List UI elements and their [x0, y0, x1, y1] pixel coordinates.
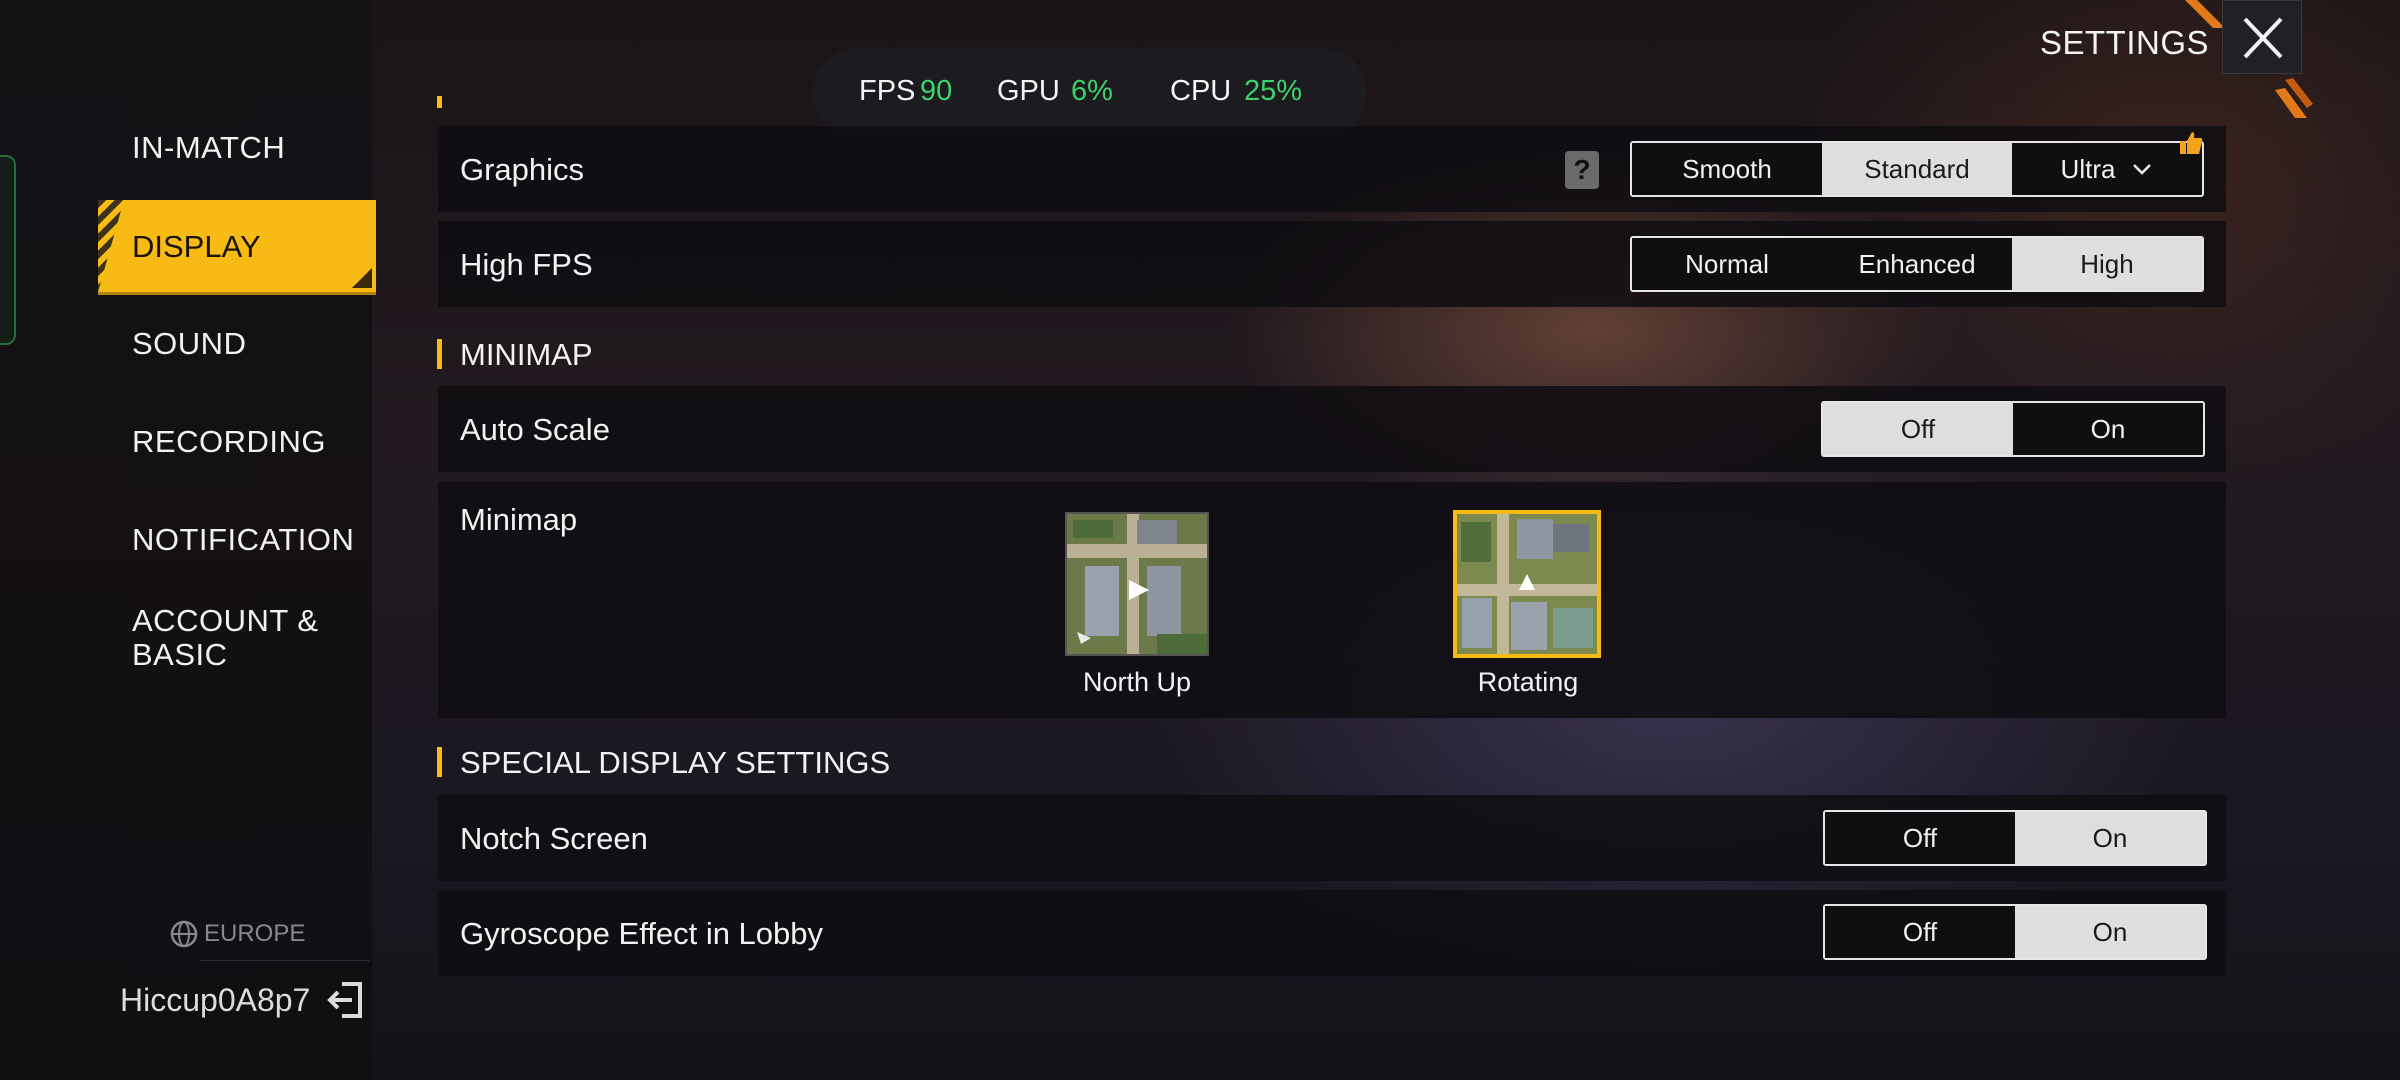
sidebar-item-in-match[interactable]: IN-MATCH: [132, 131, 285, 165]
region-indicator: EUROPE: [170, 920, 305, 948]
sidebar-item-label-line2: BASIC: [132, 637, 228, 672]
globe-icon: [170, 920, 198, 948]
map-image: [1067, 514, 1207, 654]
page-title: SETTINGS: [2040, 24, 2210, 61]
close-icon: [2243, 17, 2283, 59]
graphics-option-ultra[interactable]: Ultra: [2012, 143, 2202, 195]
minimap-north-up-thumbnail[interactable]: [1065, 512, 1209, 656]
gyroscope-toggle: Off On: [1823, 904, 2207, 960]
cpu-value: 25%: [1244, 75, 1303, 107]
notch-screen-label: Notch Screen: [460, 821, 648, 856]
chevron-down-icon: [2133, 164, 2152, 175]
cpu-label: CPU: [1170, 75, 1232, 107]
close-button[interactable]: [2222, 0, 2302, 74]
map-image: [1457, 514, 1597, 654]
gyroscope-option-on[interactable]: On: [2015, 906, 2205, 958]
minimap-north-up-caption: North Up: [1082, 667, 1192, 697]
region-label: EUROPE: [204, 920, 306, 947]
user-info: Hiccup0A8p7: [120, 980, 366, 1020]
notch-screen-toggle: Off On: [1823, 810, 2207, 866]
graphics-label: Graphics: [460, 152, 585, 187]
active-underline: [98, 292, 376, 295]
auto-scale-toggle: Off On: [1821, 401, 2205, 457]
minimap-row: Minimap: [438, 482, 2226, 718]
high-fps-option-high[interactable]: High: [2012, 238, 2202, 290]
graphics-option-smooth[interactable]: Smooth: [1632, 143, 1822, 195]
graphics-option-standard[interactable]: Standard: [1822, 143, 2012, 195]
minimap-label: Minimap: [460, 502, 578, 537]
auto-scale-label: Auto Scale: [460, 412, 610, 447]
gyroscope-option-off[interactable]: Off: [1825, 906, 2015, 958]
sidebar-item-label: IN-MATCH: [132, 130, 286, 165]
ultra-label: Ultra: [2060, 153, 2116, 184]
section-marker: [437, 96, 442, 108]
gpu-value: 6%: [1071, 75, 1113, 107]
sidebar-item-label: NOTIFICATION: [132, 522, 355, 557]
sidebar-item-sound[interactable]: SOUND: [132, 327, 246, 361]
fps-value: 90: [920, 75, 953, 107]
auto-scale-option-off[interactable]: Off: [1823, 403, 2013, 455]
sidebar-item-label: ACCOUNT &: [132, 603, 319, 638]
help-icon[interactable]: ?: [1565, 151, 1599, 189]
high-fps-selector: Normal Enhanced High: [1630, 236, 2204, 292]
logout-icon[interactable]: [326, 980, 366, 1020]
username: Hiccup0A8p7: [120, 981, 311, 1018]
special-section-title: SPECIAL DISPLAY SETTINGS: [460, 745, 891, 780]
high-fps-option-normal[interactable]: Normal: [1632, 238, 1822, 290]
divider: [200, 960, 370, 961]
high-fps-option-enhanced[interactable]: Enhanced: [1822, 238, 2012, 290]
notch-screen-option-off[interactable]: Off: [1825, 812, 2015, 864]
graphics-selector: Smooth Standard Ultra: [1630, 141, 2204, 197]
sidebar-item-label: RECORDING: [132, 424, 326, 459]
sidebar-item-display[interactable]: DISPLAY: [98, 200, 376, 292]
minimap-section-title: MINIMAP: [460, 337, 593, 372]
edge-handle[interactable]: [0, 155, 16, 345]
sidebar-item-label: DISPLAY: [132, 229, 261, 264]
minimap-rotating-caption: Rotating: [1477, 667, 1579, 697]
notch-screen-option-on[interactable]: On: [2015, 812, 2205, 864]
section-marker: [437, 339, 442, 369]
sidebar-item-account-basic[interactable]: ACCOUNT & BASIC: [132, 604, 319, 672]
auto-scale-option-on[interactable]: On: [2013, 403, 2203, 455]
fps-label: FPS: [859, 75, 916, 107]
sidebar-item-label: SOUND: [132, 326, 247, 361]
minimap-rotating-thumbnail[interactable]: [1453, 510, 1601, 658]
performance-overlay: FPS 90 GPU 6% CPU 25%: [812, 48, 1367, 138]
gyroscope-label: Gyroscope Effect in Lobby: [460, 916, 824, 951]
gpu-label: GPU: [997, 75, 1060, 107]
sidebar-item-notification[interactable]: NOTIFICATION: [132, 523, 354, 557]
high-fps-label: High FPS: [460, 247, 593, 282]
sidebar-item-recording[interactable]: RECORDING: [132, 425, 326, 459]
section-marker: [437, 747, 442, 777]
